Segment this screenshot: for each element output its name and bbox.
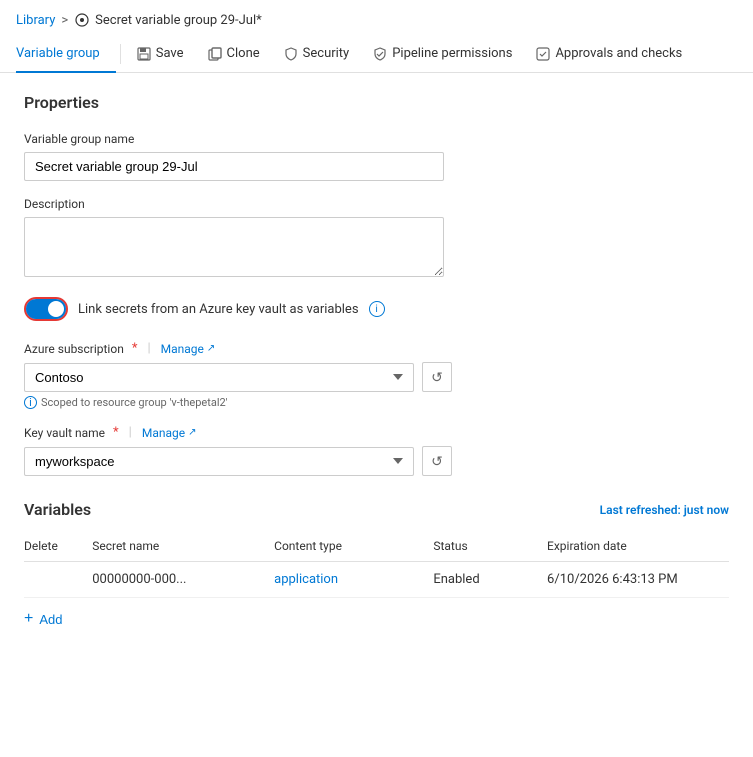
status-cell: Enabled xyxy=(433,562,547,598)
azure-keyvault-toggle[interactable] xyxy=(24,297,68,321)
subscription-dropdown-row: Contoso ↺ xyxy=(24,362,729,392)
scope-note-text: Scoped to resource group 'v-thepetal2' xyxy=(41,396,228,409)
subscription-select[interactable]: Contoso xyxy=(24,363,414,392)
approvals-checks-button[interactable]: Approvals and checks xyxy=(524,38,694,71)
scope-note: i Scoped to resource group 'v-thepetal2' xyxy=(24,396,729,409)
last-refreshed-text: Last refreshed: just now xyxy=(600,503,729,517)
toggle-thumb xyxy=(48,301,64,317)
breadcrumb-separator: > xyxy=(61,13,68,28)
key-vault-section: Key vault name * | Manage ↗ myworkspace … xyxy=(24,425,729,476)
variable-group-icon xyxy=(74,12,90,28)
pipeline-icon xyxy=(373,47,387,61)
approvals-icon xyxy=(536,47,550,61)
table-row: 00000000-000... application Enabled 6/10… xyxy=(24,562,729,598)
save-button[interactable]: Save xyxy=(125,38,196,71)
info-icon[interactable]: i xyxy=(369,301,385,317)
keyvault-dropdown-row: myworkspace ↺ xyxy=(24,446,729,476)
variable-group-name-input[interactable] xyxy=(24,152,444,181)
subscription-label-row: Azure subscription * | Manage ↗ xyxy=(24,341,729,356)
main-content: Properties Variable group name Descripti… xyxy=(0,73,753,648)
toggle-track xyxy=(26,299,66,319)
clone-label: Clone xyxy=(227,46,260,61)
description-label: Description xyxy=(24,197,729,211)
description-input[interactable] xyxy=(24,217,444,277)
breadcrumb: Library > Secret variable group 29-Jul* xyxy=(0,0,753,36)
pipeline-permissions-label: Pipeline permissions xyxy=(392,46,512,61)
variable-group-name-label: Variable group name xyxy=(24,132,729,146)
properties-section: Properties Variable group name Descripti… xyxy=(24,93,729,281)
keyvault-label-row: Key vault name * | Manage ↗ xyxy=(24,425,729,440)
tab-variable-group[interactable]: Variable group xyxy=(16,36,116,73)
keyvault-manage-label: Manage xyxy=(142,426,185,440)
subscription-manage-label: Manage xyxy=(161,342,204,356)
save-label: Save xyxy=(156,46,184,61)
add-label: Add xyxy=(39,612,62,627)
approvals-checks-label: Approvals and checks xyxy=(555,46,682,61)
keyvault-refresh-button[interactable]: ↺ xyxy=(422,446,452,476)
toolbar: Variable group Save Clone Security xyxy=(0,36,753,73)
variables-header: Variables Last refreshed: just now xyxy=(24,500,729,519)
description-group: Description xyxy=(24,197,729,281)
add-variable-button[interactable]: + Add xyxy=(24,610,62,628)
variables-header-row: Delete Secret name Content type Status E… xyxy=(24,531,729,562)
toolbar-divider xyxy=(120,44,121,64)
security-label: Security xyxy=(303,46,350,61)
library-link[interactable]: Library xyxy=(16,13,55,28)
security-icon xyxy=(284,47,298,61)
page-title: Secret variable group 29-Jul* xyxy=(95,13,262,28)
keyvault-refresh-icon: ↺ xyxy=(431,453,443,470)
variables-table: Delete Secret name Content type Status E… xyxy=(24,531,729,598)
external-link-icon-2: ↗ xyxy=(188,427,196,438)
delete-cell xyxy=(24,562,92,598)
refresh-icon: ↺ xyxy=(431,369,443,386)
secret-name-cell: 00000000-000... xyxy=(92,562,274,598)
add-plus-icon: + xyxy=(24,610,33,628)
variables-title: Variables xyxy=(24,500,91,519)
expiry-cell: 6/10/2026 6:43:13 PM xyxy=(547,562,729,598)
security-button[interactable]: Security xyxy=(272,38,362,71)
clone-button[interactable]: Clone xyxy=(196,38,272,71)
variables-section: Variables Last refreshed: just now Delet… xyxy=(24,500,729,628)
col-status-header: Status xyxy=(433,531,547,562)
keyvault-required: * xyxy=(113,425,119,440)
col-expiry-header: Expiration date xyxy=(547,531,729,562)
pipe-divider: | xyxy=(147,341,150,356)
toggle-row: Link secrets from an Azure key vault as … xyxy=(24,297,729,321)
col-secret-header: Secret name xyxy=(92,531,274,562)
breadcrumb-current: Secret variable group 29-Jul* xyxy=(74,12,262,28)
col-delete-header: Delete xyxy=(24,531,92,562)
save-icon xyxy=(137,47,151,61)
keyvault-manage-link[interactable]: Manage ↗ xyxy=(142,426,197,440)
azure-subscription-section: Azure subscription * | Manage ↗ Contoso … xyxy=(24,341,729,409)
variables-table-head: Delete Secret name Content type Status E… xyxy=(24,531,729,562)
content-type-cell: application xyxy=(274,562,433,598)
toggle-label: Link secrets from an Azure key vault as … xyxy=(78,302,359,317)
subscription-required: * xyxy=(132,341,138,356)
clone-icon xyxy=(208,47,222,61)
subscription-manage-link[interactable]: Manage ↗ xyxy=(161,342,216,356)
pipe-divider-2: | xyxy=(129,425,132,440)
keyvault-select[interactable]: myworkspace xyxy=(24,447,414,476)
col-content-header: Content type xyxy=(274,531,433,562)
properties-title: Properties xyxy=(24,93,729,112)
variable-group-name-group: Variable group name xyxy=(24,132,729,181)
info-small-icon: i xyxy=(24,396,37,409)
pipeline-permissions-button[interactable]: Pipeline permissions xyxy=(361,38,524,71)
variables-table-body: 00000000-000... application Enabled 6/10… xyxy=(24,562,729,598)
subscription-label: Azure subscription xyxy=(24,342,124,356)
keyvault-label: Key vault name xyxy=(24,426,105,440)
subscription-refresh-button[interactable]: ↺ xyxy=(422,362,452,392)
external-link-icon: ↗ xyxy=(207,343,215,354)
